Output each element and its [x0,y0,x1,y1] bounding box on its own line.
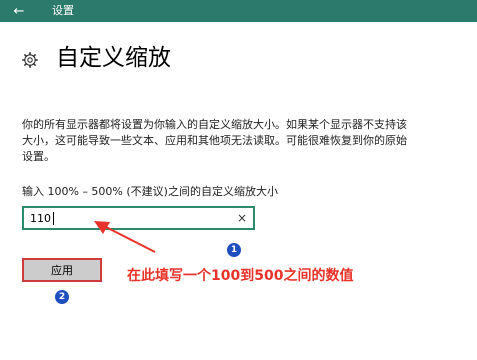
clear-icon[interactable]: × [237,210,247,226]
page-title: 自定义缩放 [56,45,171,71]
titlebar-label: 设置 [52,4,74,17]
back-button[interactable]: ← [6,0,32,22]
back-arrow-icon: ← [13,3,25,19]
text-caret [53,212,54,225]
step-badge-2: 2 [55,290,69,304]
scale-field-label: 输入 100% – 500% (不建议)之间的自定义缩放大小 [22,185,278,198]
title-bar: ← 设置 [0,0,477,22]
step-badge-1: 1 [227,243,241,257]
custom-scale-value: 110 [30,212,51,225]
annotation-text: 在此填写一个100到500之间的数值 [127,268,354,284]
gear-icon [22,52,38,68]
description-text: 你的所有显示器都将设置为你输入的自定义缩放大小。如果某个显示器不支持该大小，这可… [22,118,407,163]
apply-button[interactable]: 应用 [22,258,102,282]
custom-scale-input[interactable]: 110 × [22,206,255,230]
